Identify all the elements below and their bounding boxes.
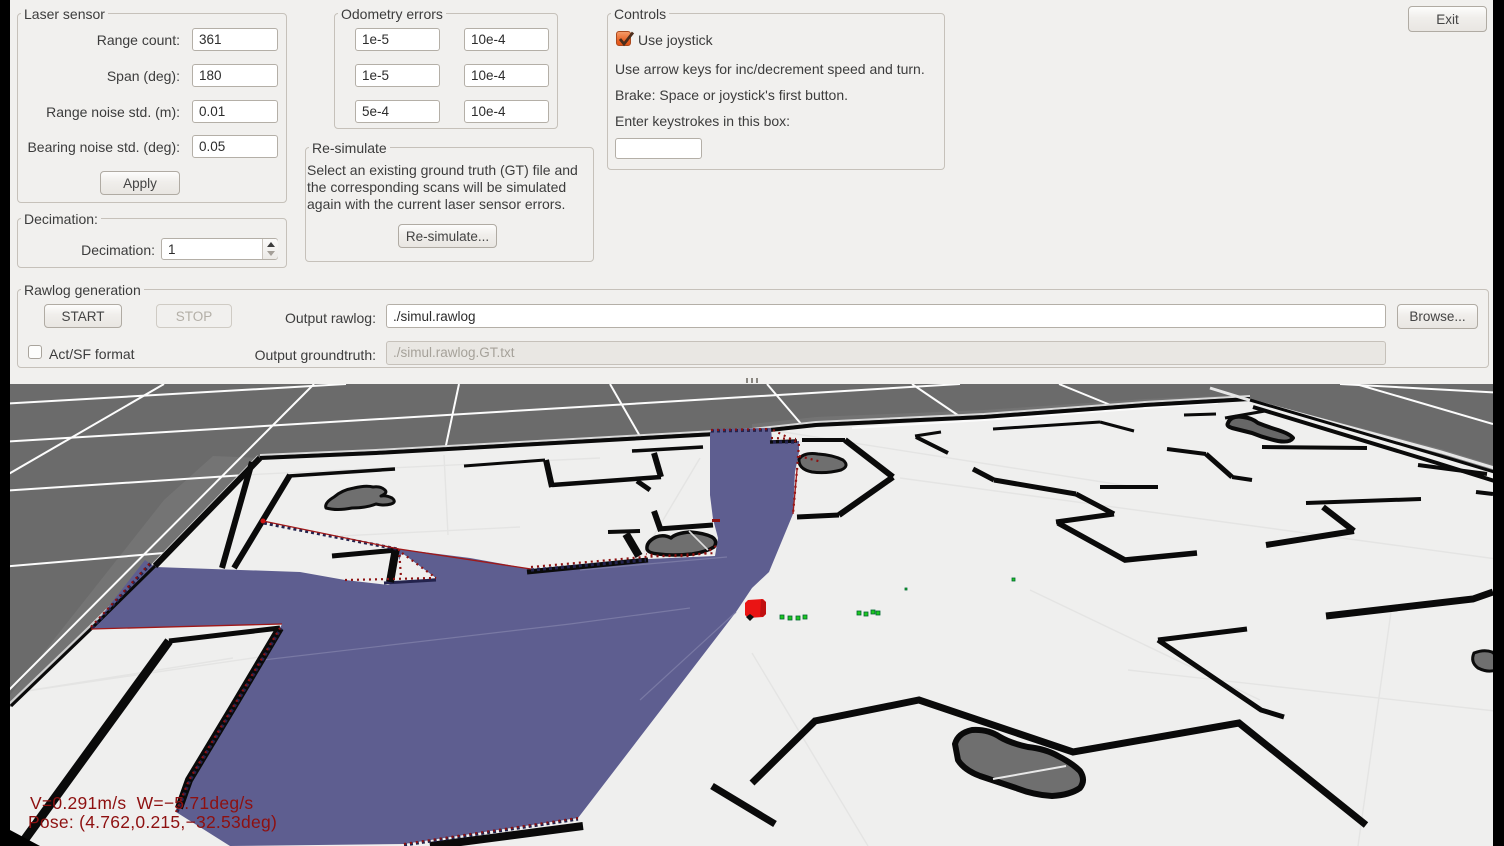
svg-text:Pose: (4.762,0.215,−32.53deg): Pose: (4.762,0.215,−32.53deg)	[28, 812, 277, 832]
svg-text:V=0.291m/s W=−5.71deg/s: V=0.291m/s W=−5.71deg/s	[30, 793, 253, 813]
